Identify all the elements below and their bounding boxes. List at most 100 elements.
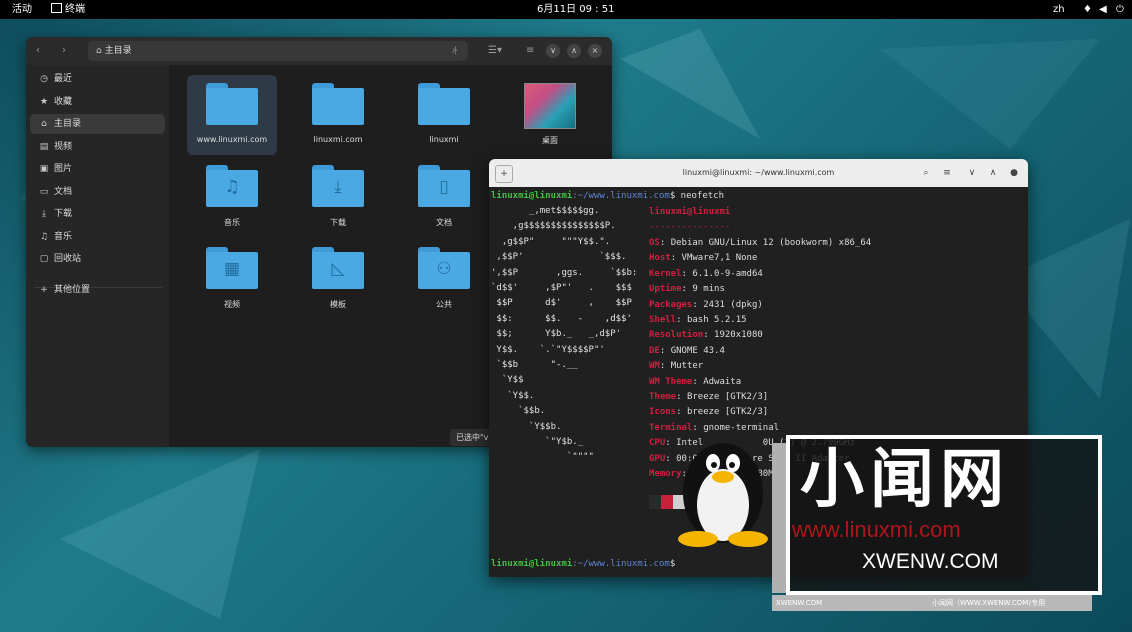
folder-item[interactable]: linuxmi.com	[293, 75, 383, 155]
sidebar-item-trash[interactable]: ▢ 回收站	[30, 249, 165, 269]
clock[interactable]: 6月11日 09 : 51	[537, 3, 614, 16]
system-info-row: WM Theme: Adwaita	[649, 377, 741, 388]
folder-name: 视频	[224, 300, 240, 309]
close-button[interactable]: ×	[588, 44, 602, 58]
menu-icon[interactable]: ≡	[526, 44, 534, 58]
folder-item[interactable]: ⚇ 公共	[399, 239, 489, 319]
system-info-row: WM: Mutter	[649, 361, 703, 372]
maximize-button[interactable]: ∧	[986, 165, 1000, 181]
back-icon[interactable]: ‹	[36, 44, 40, 58]
watermark-title: 小闻网	[800, 443, 1010, 517]
document-icon: ▭	[39, 187, 49, 197]
info-value: 6.1.0-9-amd64	[692, 268, 763, 279]
info-value: 2431 (dpkg)	[703, 299, 763, 310]
sidebar-label: 主目录	[54, 119, 82, 129]
folder-item[interactable]: ◺ 模板	[293, 239, 383, 319]
info-colon: :	[659, 345, 671, 356]
search-icon[interactable]: ⌕	[452, 44, 458, 58]
sidebar-item-documents[interactable]: ▭ 文档	[30, 182, 165, 202]
ascii-logo-line: `Y$$b.	[491, 421, 562, 432]
folder-item[interactable]: ▦ 视频	[187, 239, 277, 319]
watermark-footer: XWENW.COM 小闻网（WWW.XWENW.COM)专用	[772, 595, 1092, 611]
forward-icon[interactable]: ›	[62, 44, 66, 58]
system-info-row: Shell: bash 5.2.15	[649, 315, 747, 326]
music-icon: ♫	[39, 232, 49, 242]
ascii-logo-line: $$; Y$b._ _,d$P'	[491, 329, 622, 340]
download-icon: ⤓	[42, 209, 46, 219]
info-colon: :	[659, 238, 671, 248]
watermark-side-strip	[772, 443, 786, 593]
info-key: WM	[649, 361, 660, 372]
input-language[interactable]: zh	[1053, 3, 1065, 16]
system-info-row: OS: Debian GNU/Linux 12 (bookworm) x86_6…	[649, 238, 871, 249]
folder-item[interactable]: 桌面	[505, 75, 595, 155]
menu-icon[interactable]: ≡	[940, 165, 954, 181]
places-sidebar: ◷ 最近 ★ 收藏 ⌂ 主目录 ▤ 视频 ▣ 图片 ▭ 文档 ⤓ 下载 ♫ 音乐 ▢ 回收站 + 其…	[26, 65, 169, 447]
info-colon: :	[692, 376, 704, 387]
sidebar-item-other-locations[interactable]: + 其他位置	[30, 280, 165, 300]
ascii-logo-line: Y$$. `.`"Y$$$$P"'	[491, 344, 605, 355]
ascii-logo-line: $$P d$' , $$P	[491, 298, 632, 309]
sidebar-label: 音乐	[54, 232, 73, 242]
neofetch-divider: ---------------	[649, 222, 731, 232]
info-key: WM Theme	[649, 376, 693, 387]
network-icon[interactable]: ♦	[1083, 3, 1092, 16]
folder-item[interactable]: ▯ 文档	[399, 157, 489, 237]
sidebar-item-videos[interactable]: ▤ 视频	[30, 137, 165, 157]
top-bar: 活动 终端 6月11日 09 : 51 zh ♦ ◀ ⏻	[0, 0, 1132, 19]
search-icon[interactable]: ⌕	[919, 165, 933, 181]
star-icon: ★	[39, 97, 49, 107]
sidebar-item-starred[interactable]: ★ 收藏	[30, 92, 165, 112]
minimize-button[interactable]: ∨	[965, 165, 979, 181]
prompt-path: :~/www.linuxmi.com	[572, 559, 670, 569]
folder-name: www.linuxmi.com	[196, 135, 268, 144]
sidebar-item-music[interactable]: ♫ 音乐	[30, 227, 165, 247]
palette-swatch	[649, 495, 661, 509]
info-value: VMware7,1 None	[681, 253, 758, 264]
ascii-logo-line: `$$b "-.__	[491, 360, 578, 370]
terminal-headerbar: + linuxmi@linuxmi: ~/www.linuxmi.com ⌕ ≡…	[489, 159, 1028, 187]
sidebar-item-pictures[interactable]: ▣ 图片	[30, 159, 165, 179]
system-info-row: Theme: Breeze [GTK2/3]	[649, 392, 768, 403]
plus-icon: +	[40, 285, 48, 295]
tux-penguin-logo	[678, 443, 768, 547]
info-colon: :	[676, 407, 687, 418]
view-options-icon[interactable]: ☰▾	[488, 44, 502, 58]
neofetch-header: linuxmi@linuxmi	[649, 207, 731, 217]
folder-item[interactable]: ♫ 音乐	[187, 157, 277, 237]
folder-item[interactable]: www.linuxmi.com	[187, 75, 277, 155]
maximize-button[interactable]: ∧	[567, 44, 581, 58]
power-icon[interactable]: ⏻	[1116, 3, 1124, 16]
system-info-row: Uptime: 9 mins	[649, 284, 725, 295]
system-info-row: DE: GNOME 43.4	[649, 346, 725, 357]
home-icon: ⌂	[96, 46, 102, 56]
sidebar-item-home[interactable]: ⌂ 主目录	[30, 114, 165, 134]
sidebar-item-recent[interactable]: ◷ 最近	[30, 69, 165, 89]
activities-button[interactable]: 活动	[12, 3, 32, 16]
system-info-row: Icons: breeze [GTK2/3]	[649, 407, 768, 418]
folder-item[interactable]: linuxmi	[399, 75, 489, 155]
minimize-button[interactable]: ∨	[546, 44, 560, 58]
folder-name: 音乐	[224, 218, 240, 227]
folder-item[interactable]: ⤓ 下载	[293, 157, 383, 237]
close-button[interactable]: ●	[1007, 165, 1021, 181]
volume-icon[interactable]: ◀	[1099, 3, 1107, 16]
sidebar-label: 图片	[54, 164, 73, 174]
app-menu[interactable]: 终端	[51, 3, 85, 16]
ascii-logo-line: `""""	[491, 452, 594, 463]
prompt-line: linuxmi@linuxmi:~/www.linuxmi.com$ neofe…	[491, 191, 724, 202]
watermark-footer-left: XWENW.COM	[776, 599, 823, 607]
info-key: Resolution	[649, 330, 704, 341]
info-colon: :	[676, 315, 687, 325]
music-folder-icon: ♫	[206, 165, 258, 207]
folder-name: 桌面	[542, 136, 558, 145]
path-home-label: 主目录	[104, 46, 132, 56]
command-text: $ neofetch	[669, 191, 725, 201]
sidebar-item-downloads[interactable]: ⤓ 下载	[30, 204, 165, 224]
path-bar[interactable]: ⌂ 主目录 ⋮	[88, 41, 468, 61]
template-folder-icon: ◺	[312, 247, 364, 289]
info-value: 9 mins	[692, 284, 725, 295]
ascii-logo-line: `d$$' ,$P"' . $$$	[491, 283, 632, 293]
clock-icon: ◷	[40, 74, 48, 84]
info-colon: :	[670, 253, 682, 264]
